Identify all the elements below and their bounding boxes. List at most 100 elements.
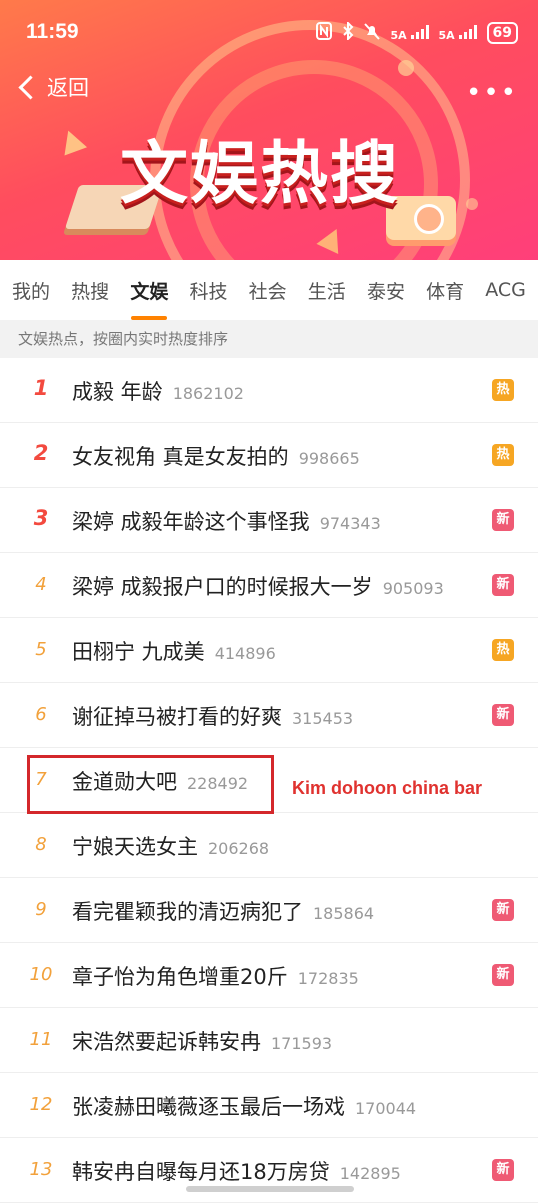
item-title: 章子怡为角色增重20斤 <box>72 965 288 989</box>
decor-dot <box>466 198 478 210</box>
list-item[interactable]: 12 张凌赫田曦薇逐玉最后一场戏 170044 <box>0 1073 538 1138</box>
banner-title: 文娱热搜 <box>120 135 401 214</box>
item-count: 974343 <box>319 514 381 533</box>
item-title: 田栩宁 九成美 <box>72 640 205 664</box>
new-badge: 新 <box>492 704 514 726</box>
item-count: 414896 <box>214 644 276 663</box>
new-badge: 新 <box>492 899 514 921</box>
decor-triangle <box>56 126 88 156</box>
tab-item[interactable]: 体育 <box>426 269 464 312</box>
tab-item[interactable]: 科技 <box>189 269 227 312</box>
status-icons: 5A 5A 69 <box>316 20 518 44</box>
rank-number: 8 <box>35 834 47 855</box>
list-item[interactable]: 4 梁婷 成毅报户口的时候报大一岁 905093 新 <box>0 553 538 618</box>
item-count: 905093 <box>382 579 444 598</box>
list-item[interactable]: 8 宁娘天选女主 206268 <box>0 813 538 878</box>
list-item[interactable]: 11 宋浩然要起诉韩安冉 171593 <box>0 1008 538 1073</box>
list-item[interactable]: 2 女友视角 真是女友拍的 998665 热 <box>0 423 538 488</box>
hot-badge: 热 <box>492 639 514 661</box>
rank-number: 6 <box>35 704 47 725</box>
annotation-text: Kim dohoon china bar <box>292 778 483 798</box>
list-item[interactable]: 6 谢征掉马被打看的好爽 315453 新 <box>0 683 538 748</box>
list-item[interactable]: 1 成毅 年龄 1862102 热 <box>0 358 538 423</box>
rank-number: 5 <box>35 639 47 660</box>
item-title-group: 章子怡为角色增重20斤 172835 <box>72 961 359 991</box>
tab-item[interactable]: 我的 <box>12 269 50 312</box>
item-count: 171593 <box>271 1034 333 1053</box>
item-count: 315453 <box>292 709 354 728</box>
item-count: 142895 <box>339 1164 401 1183</box>
item-title-group: 梁婷 成毅报户口的时候报大一岁 905093 <box>72 571 444 601</box>
tab-item[interactable]: 文娱 <box>130 269 168 320</box>
item-title: 梁婷 成毅年龄这个事怪我 <box>72 510 310 534</box>
item-title-group: 宁娘天选女主 206268 <box>72 831 269 861</box>
item-count: 172835 <box>297 969 359 988</box>
back-label: 返回 <box>47 76 89 100</box>
status-time: 11:59 <box>26 20 79 43</box>
item-title-group: 成毅 年龄 1862102 <box>72 376 244 406</box>
rank-number: 12 <box>29 1094 53 1115</box>
signal-5a-icon: 5A <box>390 24 429 42</box>
hot-badge: 热 <box>492 444 514 466</box>
item-title: 宋浩然要起诉韩安冉 <box>72 1030 261 1054</box>
home-indicator[interactable] <box>186 1186 354 1192</box>
item-title-group: 梁婷 成毅年龄这个事怪我 974343 <box>72 506 381 536</box>
rank-number: 2 <box>33 441 49 465</box>
item-title-group: 女友视角 真是女友拍的 998665 <box>72 441 360 471</box>
item-title: 女友视角 真是女友拍的 <box>72 445 289 469</box>
mute-icon <box>364 22 381 44</box>
new-badge: 新 <box>492 574 514 596</box>
chevron-left-icon <box>18 74 43 100</box>
category-tabs: 我的 热搜 文娱 科技 社会 生活 泰安 体育 ACG <box>0 262 538 320</box>
list-item[interactable]: 13 韩安冉自曝每月还18万房贷 142895 新 <box>0 1138 538 1203</box>
list-item[interactable]: 5 田栩宁 九成美 414896 热 <box>0 618 538 683</box>
list-item[interactable]: 3 梁婷 成毅年龄这个事怪我 974343 新 <box>0 488 538 553</box>
battery-indicator: 69 <box>486 22 518 44</box>
item-title: 梁婷 成毅报户口的时候报大一岁 <box>72 575 373 599</box>
new-badge: 新 <box>492 1159 514 1181</box>
status-bar: 11:59 5A 5A 69 <box>0 14 538 54</box>
tab-item[interactable]: 热搜 <box>71 269 109 312</box>
item-count: 998665 <box>298 449 360 468</box>
tab-item[interactable]: 泰安 <box>367 269 405 312</box>
nfc-icon <box>316 22 333 44</box>
rank-number: 4 <box>35 574 47 595</box>
item-title: 看完瞿颖我的清迈病犯了 <box>72 900 303 924</box>
item-title: 成毅 年龄 <box>72 380 163 404</box>
item-title: 韩安冉自曝每月还18万房贷 <box>72 1160 330 1184</box>
back-button[interactable]: 返回 <box>16 72 89 102</box>
rank-number: 9 <box>35 899 47 920</box>
tab-item[interactable]: ACG <box>485 271 526 309</box>
item-count: 1862102 <box>172 384 244 403</box>
signal-5a-icon: 5A <box>438 24 477 42</box>
item-count: 170044 <box>355 1099 417 1118</box>
list-item[interactable]: 9 看完瞿颖我的清迈病犯了 185864 新 <box>0 878 538 943</box>
item-title: 谢征掉马被打看的好爽 <box>72 705 282 729</box>
hot-badge: 热 <box>492 379 514 401</box>
item-title-group: 韩安冉自曝每月还18万房贷 142895 <box>72 1156 401 1186</box>
item-count: 206268 <box>208 839 270 858</box>
new-badge: 新 <box>492 509 514 531</box>
item-title-group: 谢征掉马被打看的好爽 315453 <box>72 701 353 731</box>
item-title-group: 张凌赫田曦薇逐玉最后一场戏 170044 <box>72 1091 416 1121</box>
rank-number: 13 <box>29 1159 53 1180</box>
item-count: 185864 <box>313 904 375 923</box>
signal-label: 5A <box>390 28 407 42</box>
tab-item[interactable]: 生活 <box>308 269 346 312</box>
highlight-box <box>27 755 274 814</box>
item-title-group: 田栩宁 九成美 414896 <box>72 636 276 666</box>
rank-number: 1 <box>33 376 49 400</box>
item-title-group: 宋浩然要起诉韩安冉 171593 <box>72 1026 332 1056</box>
rank-number: 3 <box>33 506 49 530</box>
new-badge: 新 <box>492 964 514 986</box>
item-title: 张凌赫田曦薇逐玉最后一场戏 <box>72 1095 345 1119</box>
item-title: 宁娘天选女主 <box>72 835 198 859</box>
more-options-button[interactable]: ••• <box>466 78 518 108</box>
list-item[interactable]: 10 章子怡为角色增重20斤 172835 新 <box>0 943 538 1008</box>
decor-dot <box>398 60 414 76</box>
tab-item[interactable]: 社会 <box>249 269 287 312</box>
rank-number: 11 <box>29 1029 53 1050</box>
signal-label: 5A <box>438 28 455 42</box>
bluetooth-icon <box>342 20 354 44</box>
rank-number: 10 <box>29 964 53 985</box>
